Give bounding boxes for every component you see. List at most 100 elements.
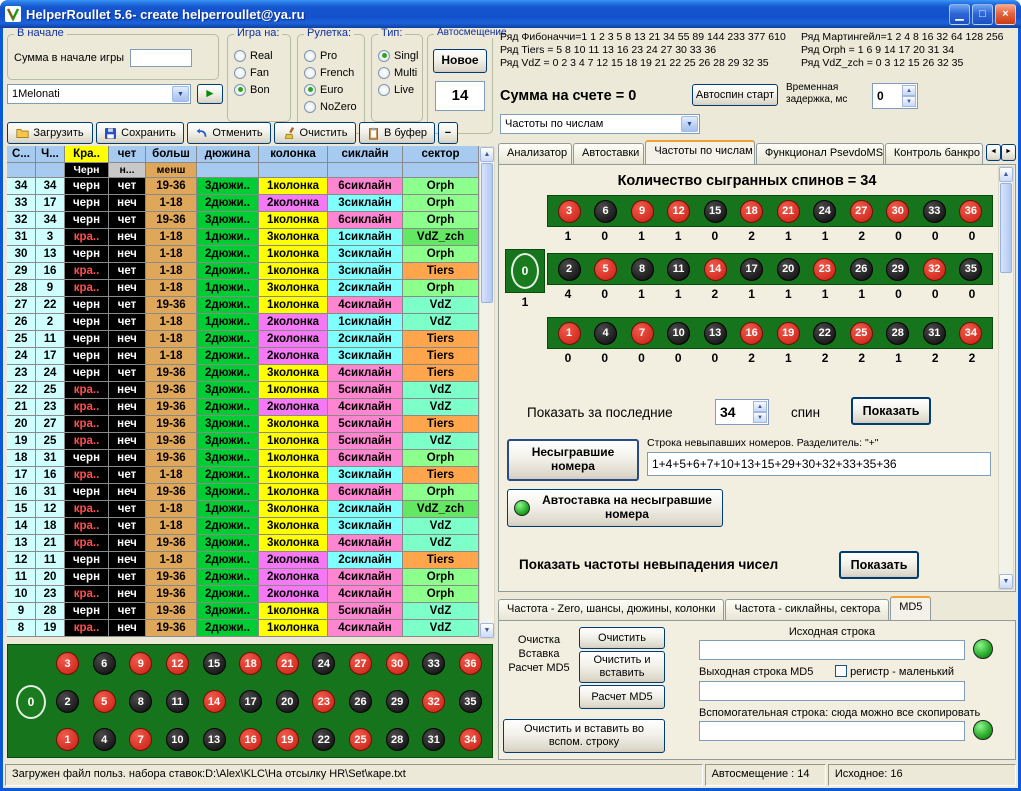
roulette-number[interactable]: 19	[276, 728, 299, 751]
minimize-button[interactable]: ▁	[949, 4, 970, 25]
last-spins-spinner[interactable]: 34 ▲▼	[715, 399, 769, 425]
table-row[interactable]: 3013черннеч1-182дюжи..1колонка3сиклайнOr…	[7, 246, 479, 263]
load-button[interactable]: Загрузить	[7, 122, 93, 144]
roulette-number[interactable]: 24	[312, 652, 335, 675]
tab-scroll-right-icon[interactable]: ►	[1001, 144, 1016, 161]
radio-option-multi[interactable]: Multi	[378, 64, 422, 81]
roulette-number[interactable]: 7	[129, 728, 152, 751]
table-row[interactable]: 1418кра..чет1-182дюжи..3колонка3сиклайнV…	[7, 518, 479, 535]
roulette-number[interactable]: 16	[239, 728, 262, 751]
title-bar[interactable]: HelperRoullet 5.6- create helperroullet@…	[0, 0, 1021, 28]
table-row[interactable]: 1120чернчет19-362дюжи..2колонка4сиклайнO…	[7, 569, 479, 586]
bottom-tab-0[interactable]: Частота - Zero, шансы, дюжины, колонки	[498, 599, 724, 620]
roulette-number[interactable]: 15	[203, 652, 226, 675]
roulette-number[interactable]: 6	[93, 652, 116, 675]
roulette-number[interactable]: 4	[93, 728, 116, 751]
roulette-number[interactable]: 25	[349, 728, 372, 751]
radio-option-euro[interactable]: Euro	[304, 81, 364, 98]
md5-clear-paste-button[interactable]: Очистить и вставить	[579, 651, 665, 683]
table-row[interactable]: 1925кра..неч19-363дюжи..1колонка5сиклайн…	[7, 433, 479, 450]
roulette-number[interactable]: 36	[459, 652, 482, 675]
roulette-number[interactable]: 17	[239, 690, 262, 713]
table-row[interactable]: 262чернчет1-181дюжи..2колонка1сиклайнVdZ	[7, 314, 479, 331]
roulette-number[interactable]: 22	[312, 728, 335, 751]
roulette-number[interactable]: 34	[459, 728, 482, 751]
spin-up-icon[interactable]: ▲	[902, 85, 916, 96]
roulette-number[interactable]: 13	[203, 728, 226, 751]
table-row[interactable]: 2027кра..неч19-363дюжи..3колонка5сиклайн…	[7, 416, 479, 433]
md5-clear-paste-aux-button[interactable]: Очистить и вставить во вспом. строку	[503, 719, 665, 753]
show-missed-freq-button[interactable]: Показать	[839, 551, 919, 579]
radio-option-real[interactable]: Real	[234, 47, 290, 64]
bottom-tab-1[interactable]: Частота - сиклайны, сектора	[725, 599, 889, 620]
tab-1[interactable]: Автоставки	[573, 143, 644, 164]
radio-option-french[interactable]: French	[304, 64, 364, 81]
panel-scroll-track[interactable]	[999, 182, 1013, 574]
table-row[interactable]: 2324чернчет19-362дюжи..3колонка4сиклайнT…	[7, 365, 479, 382]
roulette-number[interactable]: 12	[166, 652, 189, 675]
panel-scroll-thumb[interactable]	[1000, 183, 1012, 273]
radio-option-live[interactable]: Live	[378, 81, 422, 98]
roulette-number[interactable]: 2	[56, 690, 79, 713]
minus-button[interactable]: −	[438, 122, 458, 144]
table-row[interactable]: 1211черннеч1-182дюжи..2колонка2сиклайнTi…	[7, 552, 479, 569]
scroll-up-icon[interactable]: ▲	[480, 147, 494, 162]
table-row[interactable]: 2417черннеч1-182дюжи..2колонка3сиклайнTi…	[7, 348, 479, 365]
bottom-tab-2[interactable]: MD5	[890, 596, 931, 620]
roulette-number[interactable]: 3	[56, 652, 79, 675]
radio-option-pro[interactable]: Pro	[304, 47, 364, 64]
table-row[interactable]: 313кра..неч1-181дюжи..3колонка1сиклайнVd…	[7, 229, 479, 246]
new-button[interactable]: Новое	[433, 49, 487, 73]
mode-combobox[interactable]: Частоты по числам ▼	[500, 114, 700, 134]
roulette-number[interactable]: 28	[386, 728, 409, 751]
radio-option-fan[interactable]: Fan	[234, 64, 290, 81]
roulette-number[interactable]: 10	[166, 728, 189, 751]
md5-source-input[interactable]	[699, 640, 965, 660]
tab-scroll-left-icon[interactable]: ◄	[986, 144, 1001, 161]
autobet-missed-button[interactable]: Автоставка на несыгравшие номера	[507, 489, 723, 527]
panel-scrollbar[interactable]: ▲ ▼	[998, 166, 1014, 590]
md5-aux-go-icon[interactable]	[973, 720, 993, 740]
table-scroll-track[interactable]	[480, 162, 494, 623]
autospin-start-button[interactable]: Автоспин старт	[692, 84, 778, 106]
table-row[interactable]: 3317черннеч1-182дюжи..2колонка3сиклайнOr…	[7, 195, 479, 212]
roulette-number[interactable]: 29	[386, 690, 409, 713]
roulette-number[interactable]: 11	[166, 690, 189, 713]
scroll-down-icon[interactable]: ▼	[480, 623, 494, 638]
missed-numbers-input[interactable]	[647, 452, 991, 476]
spin-up-icon[interactable]: ▲	[753, 401, 767, 412]
roulette-number[interactable]: 27	[349, 652, 372, 675]
close-button[interactable]: ×	[995, 4, 1016, 25]
chevron-down-icon[interactable]: ▼	[172, 86, 189, 102]
roulette-number[interactable]: 26	[349, 690, 372, 713]
radio-option-nozero[interactable]: NoZero	[304, 98, 364, 115]
roulette-number[interactable]: 9	[129, 652, 152, 675]
md5-register-option[interactable]: регистр - маленький	[835, 665, 954, 678]
scroll-up-icon[interactable]: ▲	[999, 167, 1013, 182]
md5-go-icon[interactable]	[973, 639, 993, 659]
clear-button[interactable]: Очистить	[274, 122, 356, 144]
delay-spinner[interactable]: 0 ▲▼	[872, 83, 918, 109]
md5-out-input[interactable]	[699, 681, 965, 701]
table-row[interactable]: 2511черннеч1-182дюжи..2колонка2сиклайнTi…	[7, 331, 479, 348]
spin-down-icon[interactable]: ▼	[902, 96, 916, 107]
play-button[interactable]: ►	[197, 84, 223, 104]
md5-calc-button[interactable]: Расчет MD5	[579, 685, 665, 709]
spin-down-icon[interactable]: ▼	[753, 412, 767, 423]
table-row[interactable]: 1716кра..чет1-182дюжи..1колонка3сиклайнT…	[7, 467, 479, 484]
roulette-number[interactable]: 5	[93, 690, 116, 713]
radio-option-bon[interactable]: Bon	[234, 81, 290, 98]
md5-clear-button[interactable]: Очистить	[579, 627, 665, 649]
undo-button[interactable]: Отменить	[187, 122, 271, 144]
roulette-number[interactable]: 30	[386, 652, 409, 675]
roulette-number[interactable]: 35	[459, 690, 482, 713]
tab-3[interactable]: Функционал PsevdoMS	[756, 143, 884, 164]
chevron-down-icon[interactable]: ▼	[681, 116, 698, 132]
table-row[interactable]: 3234чернчет19-363дюжи..1колонка6сиклайнO…	[7, 212, 479, 229]
scroll-down-icon[interactable]: ▼	[999, 574, 1013, 589]
tab-4[interactable]: Контроль банкро	[885, 143, 983, 164]
roulette-number[interactable]: 8	[129, 690, 152, 713]
table-row[interactable]: 2123кра..неч19-362дюжи..2колонка4сиклайн…	[7, 399, 479, 416]
buffer-button[interactable]: В буфер	[359, 122, 435, 144]
table-row[interactable]: 1631черннеч19-363дюжи..1колонка6сиклайнO…	[7, 484, 479, 501]
